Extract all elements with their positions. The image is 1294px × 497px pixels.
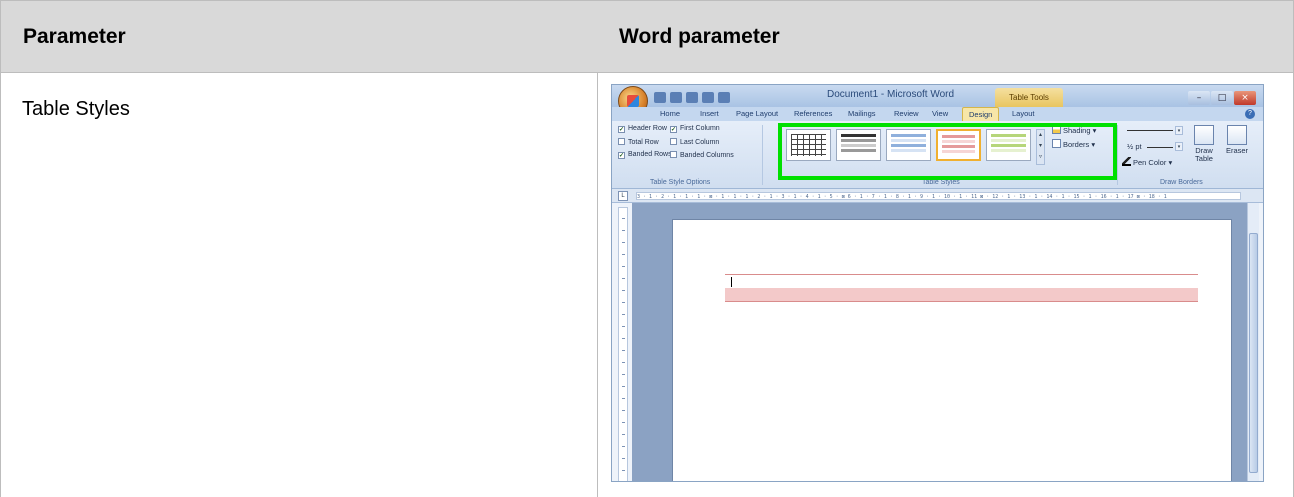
header-parameter-label: Parameter [23,25,126,48]
scrollbar-thumb [1249,233,1258,473]
checkbox-unchecked-icon [670,151,677,158]
pen-color-label: Pen Color [1133,158,1167,167]
parameter-cell-table-styles: Table Styles [22,98,130,120]
checkbox-header-row: ✓ Header Row [618,125,667,133]
text-cursor [731,277,732,287]
ribbon-tabs: Home Insert Page Layout References Maili… [612,107,1263,121]
tab-references: References [794,109,833,118]
vertical-scrollbar [1247,203,1259,481]
document-canvas [632,203,1247,481]
vertical-ruler [618,207,628,481]
header-cell-word-parameter: Word parameter [597,0,1294,73]
help-icon: ? [1245,109,1255,119]
print-icon [702,92,714,103]
group-label-table-styles: Table Styles [922,179,960,186]
tab-view: View [932,109,949,118]
checkbox-header-row-label: Header Row [628,125,667,132]
table-column-divider [597,73,598,497]
minimize-icon: – [1188,91,1210,105]
preview-icon [718,92,730,103]
checkbox-total-row-label: Total Row [628,139,659,146]
checkbox-last-column: Last Column [670,138,719,146]
table-label: Table [1195,154,1213,163]
save-icon [654,92,666,103]
word-window-title: Document1 - Microsoft Word [827,89,955,100]
tab-page-layout: Page Layout [736,109,779,118]
tab-layout: Layout [1012,109,1035,118]
line-weight-sample [1147,147,1173,148]
checkbox-first-column: ✓ First Column [670,125,720,133]
table-styles-highlight [778,123,1117,180]
checkbox-banded-columns-label: Banded Columns [680,152,734,159]
checkbox-total-row: Total Row [618,138,659,146]
checkbox-last-column-label: Last Column [680,139,720,146]
eraser-icon [1227,125,1247,145]
redo-icon [686,92,698,103]
word-table-row-2 [725,288,1198,302]
window-controls: – □ × [1187,87,1259,105]
header-cell-parameter: Parameter [0,0,598,73]
tab-insert: Insert [700,109,719,118]
line-style-dropdown-icon: ▾ [1175,126,1183,135]
pen-color-button: Pen Color ▾ [1122,157,1172,167]
tab-design: Design [962,107,1000,121]
checkbox-checked-icon: ✓ [618,152,625,159]
pen-icon [1122,157,1131,166]
checkbox-banded-rows-label: Banded Rows [628,151,672,158]
tab-selector-icon: L [618,191,628,201]
eraser-label: Eraser [1225,146,1249,155]
document-table: Parameter Word parameter Table Styles Do… [0,0,1294,497]
checkbox-unchecked-icon [670,138,677,145]
word-table-row-1 [725,274,1198,288]
checkbox-banded-columns: Banded Columns [670,151,734,159]
checkbox-first-column-label: First Column [680,125,720,132]
checkbox-checked-icon: ✓ [618,126,625,133]
document-page [672,219,1232,481]
group-label-draw-borders: Draw Borders [1160,179,1203,186]
header-word-parameter-label: Word parameter [619,25,780,48]
quick-access-toolbar [654,90,764,103]
ruler-scale: 3 · 1 · 2 · 1 · 1 · 1 · ⊠ · 1 · 1 · 1 · … [636,192,1241,200]
line-style-sample [1127,130,1173,131]
undo-icon [670,92,682,103]
checkbox-banded-rows: ✓ Banded Rows [618,151,672,159]
maximize-icon: □ [1211,91,1233,105]
tab-home: Home [660,109,681,118]
eraser-button: Eraser [1222,125,1252,155]
checkbox-checked-icon: ✓ [670,126,677,133]
table-border-left [0,73,1,497]
group-separator [1117,125,1118,185]
tab-review: Review [894,109,919,118]
horizontal-ruler: L 3 · 1 · 2 · 1 · 1 · 1 · ⊠ · 1 · 1 · 1 … [612,189,1263,203]
tab-mailings: Mailings [848,109,876,118]
draw-table-button: Draw Table [1190,125,1218,163]
word-title-bar: Document1 - Microsoft Word Table Tools –… [612,85,1263,116]
group-separator [762,125,763,185]
table-tools-label: Table Tools [995,88,1063,107]
close-icon: × [1234,91,1256,105]
checkbox-unchecked-icon [618,138,625,145]
draw-table-icon [1194,125,1214,145]
line-weight-dropdown-icon: ▾ [1175,142,1183,151]
word-screenshot: Document1 - Microsoft Word Table Tools –… [611,84,1264,482]
group-label-table-style-options: Table Style Options [650,179,711,186]
line-weight-label: ½ pt [1127,142,1142,151]
